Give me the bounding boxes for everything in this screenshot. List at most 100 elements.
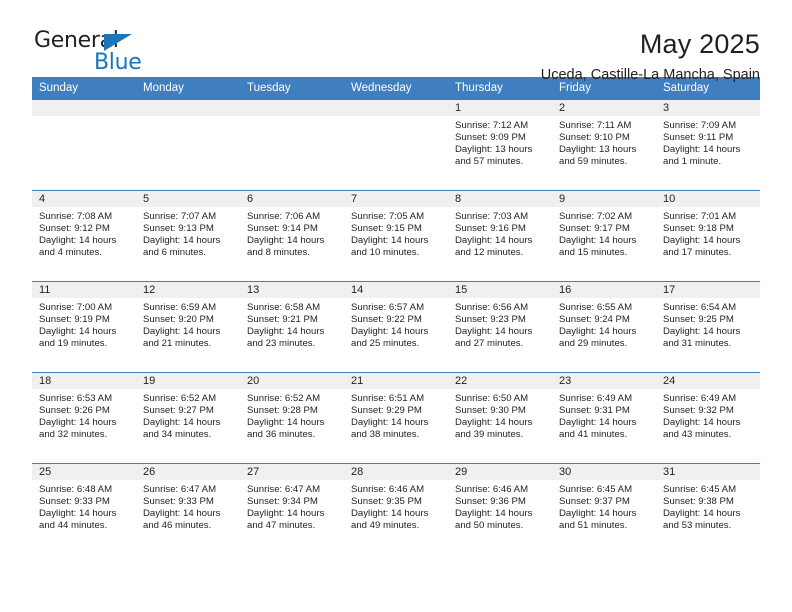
sunrise-text: Sunrise: 6:54 AM bbox=[663, 302, 737, 313]
sunrise-text: Sunrise: 7:08 AM bbox=[39, 211, 113, 222]
day-cell-content: 21 Sunrise: 6:51 AM Sunset: 9:29 PM Dayligh… bbox=[344, 373, 448, 463]
day-details: Sunrise: 7:06 AM Sunset: 9:14 PM Daylight:… bbox=[240, 207, 344, 259]
calendar-day-cell[interactable]: 4 Sunrise: 7:08 AM Sunset: 9:12 PM Daylight… bbox=[32, 190, 136, 282]
daylight-text: Daylight: 13 hours and 59 minutes. bbox=[559, 144, 637, 168]
calendar-day-cell[interactable]: 14 Sunrise: 6:57 AM Sunset: 9:22 PM Dayligh… bbox=[344, 281, 448, 373]
calendar-day-cell[interactable]: 23 Sunrise: 6:49 AM Sunset: 9:31 PM Dayligh… bbox=[552, 372, 656, 464]
day-cell-content: 12 Sunrise: 6:59 AM Sunset: 9:20 PM Dayligh… bbox=[136, 282, 240, 372]
day-number: 12 bbox=[136, 282, 240, 298]
calendar-day-cell[interactable]: 19 Sunrise: 6:52 AM Sunset: 9:27 PM Dayligh… bbox=[136, 372, 240, 464]
sunset-text: Sunset: 9:13 PM bbox=[143, 223, 214, 235]
sunset-text: Sunset: 9:14 PM bbox=[247, 223, 318, 235]
calendar-week-row: 4 Sunrise: 7:08 AM Sunset: 9:12 PM Daylight… bbox=[32, 190, 760, 282]
calendar-day-cell[interactable]: 25 Sunrise: 6:48 AM Sunset: 9:33 PM Dayligh… bbox=[32, 463, 136, 554]
day-number: 6 bbox=[240, 191, 344, 207]
daylight-text: Daylight: 14 hours and 19 minutes. bbox=[39, 326, 117, 350]
day-details: Sunrise: 6:49 AM Sunset: 9:32 PM Daylight:… bbox=[656, 389, 760, 441]
daylight-text: Daylight: 14 hours and 49 minutes. bbox=[351, 508, 429, 532]
daylight-text: Daylight: 14 hours and 15 minutes. bbox=[559, 235, 637, 259]
sunset-text: Sunset: 9:37 PM bbox=[559, 496, 630, 508]
calendar-day-cell[interactable]: 21 Sunrise: 6:51 AM Sunset: 9:29 PM Dayligh… bbox=[344, 372, 448, 464]
calendar-day-cell[interactable]: 24 Sunrise: 6:49 AM Sunset: 9:32 PM Dayligh… bbox=[656, 372, 760, 464]
calendar-day-cell[interactable]: 27 Sunrise: 6:47 AM Sunset: 9:34 PM Dayligh… bbox=[240, 463, 344, 554]
day-cell-content: 13 Sunrise: 6:58 AM Sunset: 9:21 PM Dayligh… bbox=[240, 282, 344, 372]
calendar-day-cell[interactable]: 1 Sunrise: 7:12 AM Sunset: 9:09 PM Daylight… bbox=[448, 99, 552, 191]
calendar-day-cell[interactable]: 22 Sunrise: 6:50 AM Sunset: 9:30 PM Dayligh… bbox=[448, 372, 552, 464]
calendar-day-cell[interactable]: 13 Sunrise: 6:58 AM Sunset: 9:21 PM Dayligh… bbox=[240, 281, 344, 373]
sunset-text: Sunset: 9:29 PM bbox=[351, 405, 422, 417]
calendar-day-cell[interactable]: 10 Sunrise: 7:01 AM Sunset: 9:18 PM Dayligh… bbox=[656, 190, 760, 282]
calendar-week-row: 1 Sunrise: 7:12 AM Sunset: 9:09 PM Daylight… bbox=[32, 99, 760, 191]
sunrise-text: Sunrise: 6:49 AM bbox=[663, 393, 737, 404]
day-number: 9 bbox=[552, 191, 656, 207]
sunset-text: Sunset: 9:19 PM bbox=[39, 314, 110, 326]
day-cell-content: 7 Sunrise: 7:05 AM Sunset: 9:15 PM Daylight… bbox=[344, 191, 448, 281]
calendar-day-cell[interactable]: 15 Sunrise: 6:56 AM Sunset: 9:23 PM Dayligh… bbox=[448, 281, 552, 373]
day-details: Sunrise: 6:59 AM Sunset: 9:20 PM Daylight:… bbox=[136, 298, 240, 350]
day-number: 22 bbox=[448, 373, 552, 389]
daylight-text: Daylight: 14 hours and 46 minutes. bbox=[143, 508, 221, 532]
sunset-text: Sunset: 9:35 PM bbox=[351, 496, 422, 508]
calendar-day-cell[interactable]: 2 Sunrise: 7:11 AM Sunset: 9:10 PM Daylight… bbox=[552, 99, 656, 191]
brand-logo[interactable]: General Blue bbox=[32, 28, 152, 78]
day-number: 31 bbox=[656, 464, 760, 480]
calendar-day-cell[interactable]: 17 Sunrise: 6:54 AM Sunset: 9:25 PM Dayligh… bbox=[656, 281, 760, 373]
day-number: 10 bbox=[656, 191, 760, 207]
day-cell-content: 28 Sunrise: 6:46 AM Sunset: 9:35 PM Dayligh… bbox=[344, 464, 448, 554]
day-details: Sunrise: 6:45 AM Sunset: 9:38 PM Daylight:… bbox=[656, 480, 760, 532]
day-details: Sunrise: 7:02 AM Sunset: 9:17 PM Daylight:… bbox=[552, 207, 656, 259]
calendar-day-cell[interactable]: 7 Sunrise: 7:05 AM Sunset: 9:15 PM Daylight… bbox=[344, 190, 448, 282]
day-details: Sunrise: 6:46 AM Sunset: 9:35 PM Daylight:… bbox=[344, 480, 448, 532]
day-cell-content: 19 Sunrise: 6:52 AM Sunset: 9:27 PM Dayligh… bbox=[136, 373, 240, 463]
sunset-text: Sunset: 9:21 PM bbox=[247, 314, 318, 326]
calendar-day-cell[interactable]: 11 Sunrise: 7:00 AM Sunset: 9:19 PM Dayligh… bbox=[32, 281, 136, 373]
sunset-text: Sunset: 9:34 PM bbox=[247, 496, 318, 508]
calendar-day-cell[interactable]: 28 Sunrise: 6:46 AM Sunset: 9:35 PM Dayligh… bbox=[344, 463, 448, 554]
daylight-text: Daylight: 14 hours and 23 minutes. bbox=[247, 326, 325, 350]
daylight-text: Daylight: 14 hours and 31 minutes. bbox=[663, 326, 741, 350]
calendar-day-cell[interactable]: 30 Sunrise: 6:45 AM Sunset: 9:37 PM Dayligh… bbox=[552, 463, 656, 554]
day-details: Sunrise: 7:05 AM Sunset: 9:15 PM Daylight:… bbox=[344, 207, 448, 259]
calendar-day-cell[interactable]: 5 Sunrise: 7:07 AM Sunset: 9:13 PM Daylight… bbox=[136, 190, 240, 282]
day-number bbox=[240, 100, 344, 116]
calendar-day-cell[interactable]: 8 Sunrise: 7:03 AM Sunset: 9:16 PM Daylight… bbox=[448, 190, 552, 282]
day-details: Sunrise: 7:11 AM Sunset: 9:10 PM Daylight:… bbox=[552, 116, 656, 168]
calendar-day-cell[interactable]: 9 Sunrise: 7:02 AM Sunset: 9:17 PM Daylight… bbox=[552, 190, 656, 282]
day-cell-content: 2 Sunrise: 7:11 AM Sunset: 9:10 PM Daylight… bbox=[552, 100, 656, 190]
calendar-day-cell[interactable]: 20 Sunrise: 6:52 AM Sunset: 9:28 PM Dayligh… bbox=[240, 372, 344, 464]
sunset-text: Sunset: 9:32 PM bbox=[663, 405, 734, 417]
sunrise-text: Sunrise: 6:58 AM bbox=[247, 302, 321, 313]
daylight-text: Daylight: 14 hours and 10 minutes. bbox=[351, 235, 429, 259]
calendar-day-cell[interactable]: 6 Sunrise: 7:06 AM Sunset: 9:14 PM Daylight… bbox=[240, 190, 344, 282]
day-details: Sunrise: 6:56 AM Sunset: 9:23 PM Daylight:… bbox=[448, 298, 552, 350]
sunset-text: Sunset: 9:20 PM bbox=[143, 314, 214, 326]
calendar-day-cell[interactable]: 16 Sunrise: 6:55 AM Sunset: 9:24 PM Dayligh… bbox=[552, 281, 656, 373]
calendar-day-cell[interactable]: 29 Sunrise: 6:46 AM Sunset: 9:36 PM Dayligh… bbox=[448, 463, 552, 554]
calendar-day-cell[interactable]: 18 Sunrise: 6:53 AM Sunset: 9:26 PM Dayligh… bbox=[32, 372, 136, 464]
day-number: 30 bbox=[552, 464, 656, 480]
title-block: May 2025 Uceda, Castille-La Mancha, Spai… bbox=[152, 28, 760, 86]
day-details: Sunrise: 7:00 AM Sunset: 9:19 PM Daylight:… bbox=[32, 298, 136, 350]
sunrise-text: Sunrise: 7:11 AM bbox=[559, 120, 632, 131]
calendar-day-cell[interactable]: 12 Sunrise: 6:59 AM Sunset: 9:20 PM Dayligh… bbox=[136, 281, 240, 373]
calendar-day-cell[interactable]: 3 Sunrise: 7:09 AM Sunset: 9:11 PM Daylight… bbox=[656, 99, 760, 191]
day-cell-content: 31 Sunrise: 6:45 AM Sunset: 9:38 PM Dayligh… bbox=[656, 464, 760, 554]
daylight-text: Daylight: 14 hours and 53 minutes. bbox=[663, 508, 741, 532]
sunset-text: Sunset: 9:10 PM bbox=[559, 132, 630, 144]
day-cell-content: 5 Sunrise: 7:07 AM Sunset: 9:13 PM Daylight… bbox=[136, 191, 240, 281]
day-number: 23 bbox=[552, 373, 656, 389]
calendar-week-row: 18 Sunrise: 6:53 AM Sunset: 9:26 PM Dayligh… bbox=[32, 372, 760, 464]
calendar-week-row: 25 Sunrise: 6:48 AM Sunset: 9:33 PM Dayligh… bbox=[32, 463, 760, 554]
day-number: 11 bbox=[32, 282, 136, 298]
day-cell-content: 4 Sunrise: 7:08 AM Sunset: 9:12 PM Daylight… bbox=[32, 191, 136, 281]
calendar-day-cell[interactable]: 26 Sunrise: 6:47 AM Sunset: 9:33 PM Dayligh… bbox=[136, 463, 240, 554]
day-details: Sunrise: 6:45 AM Sunset: 9:37 PM Daylight:… bbox=[552, 480, 656, 532]
sunset-text: Sunset: 9:12 PM bbox=[39, 223, 110, 235]
day-number: 13 bbox=[240, 282, 344, 298]
calendar-day-cell[interactable]: 31 Sunrise: 6:45 AM Sunset: 9:38 PM Dayligh… bbox=[656, 463, 760, 554]
sunrise-text: Sunrise: 7:06 AM bbox=[247, 211, 321, 222]
calendar-table: Sunday Monday Tuesday Wednesday Thursday… bbox=[32, 77, 760, 554]
sunset-text: Sunset: 9:26 PM bbox=[39, 405, 110, 417]
day-cell-content: 20 Sunrise: 6:52 AM Sunset: 9:28 PM Dayligh… bbox=[240, 373, 344, 463]
day-details: Sunrise: 6:52 AM Sunset: 9:27 PM Daylight:… bbox=[136, 389, 240, 441]
